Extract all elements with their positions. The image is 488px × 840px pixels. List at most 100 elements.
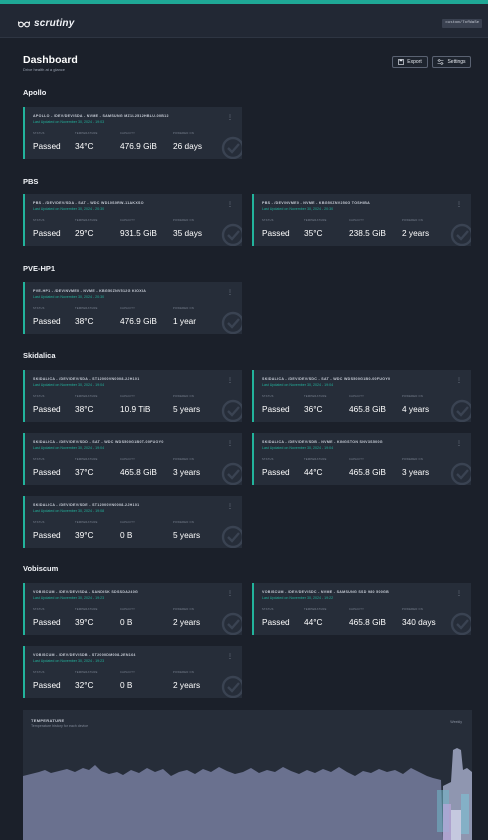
capacity-value: 465.8 GiB (349, 404, 386, 414)
more-vert-icon[interactable]: ⋮ (227, 290, 233, 296)
temperature-history-chart (23, 748, 472, 840)
powered-on-label: POWERED ON (173, 132, 195, 135)
device-card[interactable]: PVE-HP1 - /DEV/NVME0 - NVME - KBG50ZNV51… (23, 282, 242, 334)
app-logo[interactable]: scrutiny (18, 18, 75, 29)
device-title: VOBISCUM - /DEV/DEV/SDC - NVME - SAMSUNG… (262, 590, 390, 594)
device-last-updated: Last Updated on November 30, 2024 - 20:3… (33, 207, 105, 211)
status-value: Passed (33, 316, 61, 326)
more-vert-icon[interactable]: ⋮ (456, 591, 462, 597)
temperature-overlay-2 (443, 804, 451, 840)
capacity-label: CAPACITY (120, 132, 136, 135)
powered-on-label: POWERED ON (402, 458, 424, 461)
temperature-label: TEMPERATURE (75, 521, 98, 524)
page-title: Dashboard (23, 54, 78, 66)
temperature-value: 44°C (304, 467, 323, 477)
check-circle-icon (450, 223, 471, 246)
page-subtitle: Drive health at a glance (23, 67, 66, 72)
device-title: VOBISCUM - /DEV/DEV/SDB - ST2000DM008-2E… (33, 653, 136, 657)
device-title: VOBISCUM - /DEV/DEV/SDA - SANDISK SDSSDA… (33, 590, 139, 594)
powered-on-label: POWERED ON (173, 307, 195, 310)
device-last-updated: Last Updated on November 30, 2024 - 19:2… (33, 659, 105, 663)
device-card[interactable]: SKIDALICA - /DEV/DEV/SDE - ST12000VN0008… (23, 496, 242, 548)
save-icon (398, 59, 405, 65)
sliders-icon (437, 59, 444, 65)
check-circle-icon (450, 399, 471, 422)
glasses-icon (18, 20, 30, 27)
capacity-value: 465.8 GiB (349, 617, 386, 627)
powered-on-value: 5 years (173, 530, 201, 540)
powered-on-label: POWERED ON (402, 219, 424, 222)
settings-button[interactable]: Settings (432, 56, 471, 68)
check-circle-icon (450, 462, 471, 485)
device-last-updated: Last Updated on November 30, 2024 - 20:3… (262, 207, 334, 211)
device-card[interactable]: VOBISCUM - /DEV/DEV/SDC - NVME - SAMSUNG… (252, 583, 471, 635)
more-vert-icon[interactable]: ⋮ (456, 378, 462, 384)
more-vert-icon[interactable]: ⋮ (456, 441, 462, 447)
export-label: Export (407, 59, 422, 65)
temperature-label: TEMPERATURE (75, 132, 98, 135)
temperature-value: 38°C (75, 316, 94, 326)
device-card[interactable]: PBS - /DEV/NVME0 - NVME - KBG50ZNV256G T… (252, 194, 471, 246)
more-vert-icon[interactable]: ⋮ (227, 441, 233, 447)
check-circle-icon (221, 223, 242, 246)
device-last-updated: Last Updated on November 30, 2024 - 19:0… (33, 446, 105, 450)
check-circle-icon (221, 675, 242, 698)
status-label: STATUS (33, 395, 45, 398)
device-card[interactable]: PBS - /DEV/DEV/SDA - SAT - WDC WD10S0RW-… (23, 194, 242, 246)
capacity-value: 238.5 GiB (349, 228, 386, 238)
device-last-updated: Last Updated on November 30, 2024 - 19:0… (33, 120, 105, 124)
capacity-label: CAPACITY (120, 395, 136, 398)
more-vert-icon[interactable]: ⋮ (227, 378, 233, 384)
device-card[interactable]: SKIDALICA - /DEV/DEV/SDD - SAT - WDC WDS… (23, 433, 242, 485)
powered-on-value: 3 years (402, 467, 430, 477)
powered-on-label: POWERED ON (173, 219, 195, 222)
status-label: STATUS (262, 395, 274, 398)
capacity-label: CAPACITY (349, 458, 365, 461)
capacity-value: 10.9 TiB (120, 404, 151, 414)
device-last-updated: Last Updated on November 30, 2024 - 19:2… (262, 596, 334, 600)
check-circle-icon (450, 612, 471, 635)
more-vert-icon[interactable]: ⋮ (227, 202, 233, 208)
temperature-label: TEMPERATURE (75, 608, 98, 611)
device-last-updated: Last Updated on November 30, 2024 - 19:0… (33, 383, 105, 387)
device-title: SKIDALICA - /DEV/DEV/SDA - ST12000VN0008… (33, 377, 140, 381)
more-vert-icon[interactable]: ⋮ (227, 504, 233, 510)
temperature-panel: TEMPERATURE Temperature history for each… (23, 710, 472, 840)
device-card[interactable]: SKIDALICA - /DEV/DEV/SDB - NVME - KINGST… (252, 433, 471, 485)
check-circle-icon (221, 612, 242, 635)
dashboard-main: Dashboard Drive health at a glance Expor… (0, 38, 488, 840)
status-label: STATUS (33, 458, 45, 461)
powered-on-value: 26 days (173, 141, 203, 151)
capacity-label: CAPACITY (349, 219, 365, 222)
device-title: SKIDALICA - /DEV/DEV/SDD - SAT - WDC WDS… (33, 440, 164, 444)
status-value: Passed (33, 680, 61, 690)
temperature-value: 36°C (304, 404, 323, 414)
temperature-label: TEMPERATURE (75, 458, 98, 461)
more-vert-icon[interactable]: ⋮ (227, 591, 233, 597)
more-vert-icon[interactable]: ⋮ (227, 654, 233, 660)
capacity-label: CAPACITY (120, 608, 136, 611)
capacity-value: 0 B (120, 617, 133, 627)
device-card[interactable]: APOLLO - /DEV/DEV/SDA - NVME - SAMSUNG M… (23, 107, 242, 159)
export-button[interactable]: Export (392, 56, 428, 68)
more-vert-icon[interactable]: ⋮ (456, 202, 462, 208)
device-title: PBS - /DEV/NVME0 - NVME - KBG50ZNV256G T… (262, 201, 370, 205)
capacity-value: 476.9 GiB (120, 141, 157, 151)
status-value: Passed (33, 404, 61, 414)
temperature-label: TEMPERATURE (75, 395, 98, 398)
powered-on-value: 3 years (173, 467, 201, 477)
group-title: Apollo (23, 88, 47, 97)
device-card[interactable]: SKIDALICA - /DEV/DEV/SDC - SAT - WDC WDS… (252, 370, 471, 422)
device-card[interactable]: VOBISCUM - /DEV/DEV/SDB - ST2000DM008-2E… (23, 646, 242, 698)
temperature-value: 35°C (304, 228, 323, 238)
status-label: STATUS (33, 671, 45, 674)
more-vert-icon[interactable]: ⋮ (227, 115, 233, 121)
device-title: APOLLO - /DEV/DEV/SDA - NVME - SAMSUNG M… (33, 114, 169, 118)
device-card[interactable]: VOBISCUM - /DEV/DEV/SDA - SANDISK SDSSDA… (23, 583, 242, 635)
device-card[interactable]: SKIDALICA - /DEV/DEV/SDA - ST12000VN0008… (23, 370, 242, 422)
device-title: SKIDALICA - /DEV/DEV/SDB - NVME - KINGST… (262, 440, 383, 444)
status-value: Passed (262, 467, 290, 477)
capacity-label: CAPACITY (120, 671, 136, 674)
user-badge[interactable]: custom/TofWaSe (442, 19, 482, 28)
status-label: STATUS (262, 219, 274, 222)
